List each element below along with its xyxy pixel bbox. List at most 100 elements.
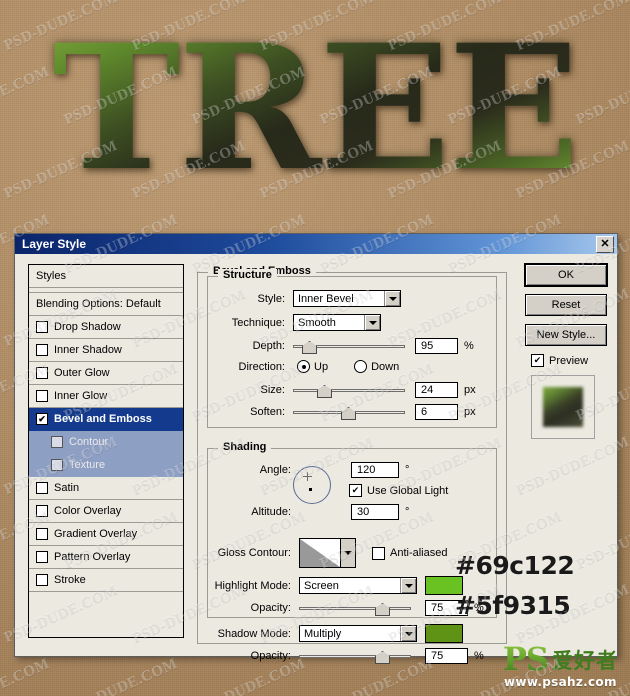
- structure-group-label: Structure: [218, 269, 277, 281]
- shadow-opacity-unit: %: [474, 650, 484, 662]
- checkbox-drop-shadow[interactable]: [36, 321, 48, 333]
- checkbox-use-global-light[interactable]: ✔: [349, 484, 362, 497]
- altitude-label: Altitude:: [251, 506, 291, 518]
- depth-slider[interactable]: [293, 339, 405, 354]
- reset-button[interactable]: Reset: [525, 294, 607, 316]
- technique-label: Technique:: [231, 316, 285, 329]
- ok-button[interactable]: OK: [525, 264, 607, 286]
- sidebar-label-bevel-and-emboss: Bevel and Emboss: [54, 413, 152, 425]
- style-select[interactable]: Inner Bevel: [293, 290, 401, 307]
- sidebar-item-drop-shadow[interactable]: Drop Shadow: [29, 316, 183, 339]
- shadow-opacity-track: [299, 655, 411, 658]
- size-slider-thumb[interactable]: [317, 385, 332, 398]
- preview-thumbnail: [531, 375, 595, 439]
- gloss-contour-picker[interactable]: [299, 538, 356, 568]
- sidebar-item-texture[interactable]: Texture: [29, 454, 183, 477]
- close-icon[interactable]: ✕: [596, 235, 614, 253]
- sidebar-item-inner-glow[interactable]: Inner Glow: [29, 385, 183, 408]
- sidebar-label-inner-shadow: Inner Shadow: [54, 344, 122, 356]
- soften-slider[interactable]: [293, 405, 405, 420]
- highlight-mode-select[interactable]: Screen: [299, 577, 417, 594]
- highlight-opacity-track: [299, 607, 411, 610]
- shadow-mode-select[interactable]: Multiply: [299, 625, 417, 642]
- sidebar-item-pattern-overlay[interactable]: Pattern Overlay: [29, 546, 183, 569]
- angle-dial-handle[interactable]: [303, 472, 312, 481]
- checkbox-texture[interactable]: [51, 459, 63, 471]
- checkbox-outer-glow[interactable]: [36, 367, 48, 379]
- site-logo-ps: PS: [502, 640, 549, 678]
- angle-dial[interactable]: [293, 466, 331, 504]
- shadow-mode-value: Multiply: [304, 627, 342, 640]
- shadow-opacity-label: Opacity:: [250, 650, 291, 662]
- soften-label: Soften:: [250, 406, 285, 418]
- shadow-opacity-thumb[interactable]: [375, 651, 390, 664]
- checkbox-bevel-and-emboss[interactable]: ✔: [36, 413, 48, 425]
- shadow-color-swatch[interactable]: [425, 624, 463, 643]
- headline-text: TREE: [52, 6, 579, 209]
- chevron-down-icon[interactable]: [364, 315, 380, 330]
- checkbox-stroke[interactable]: [36, 574, 48, 586]
- sidebar-label-color-overlay: Color Overlay: [54, 505, 122, 517]
- site-logo: PS 爱好者 www.psahz.com: [503, 643, 618, 688]
- radio-direction-up[interactable]: Up: [297, 360, 328, 373]
- sidebar-label-satin: Satin: [54, 482, 80, 494]
- depth-input[interactable]: 95: [415, 338, 458, 354]
- highlight-mode-label: Highlight Mode:: [214, 579, 291, 592]
- soften-input[interactable]: 6: [415, 404, 458, 420]
- shadow-opacity-input[interactable]: 75: [425, 648, 468, 664]
- sidebar-item-blending-options[interactable]: Blending Options: Default: [29, 293, 183, 316]
- depth-slider-thumb[interactable]: [302, 341, 317, 354]
- depth-unit: %: [464, 340, 474, 352]
- sidebar-item-stroke[interactable]: Stroke: [29, 569, 183, 592]
- sidebar-label-contour: Contour: [69, 436, 109, 448]
- soften-slider-thumb[interactable]: [341, 407, 356, 420]
- highlight-opacity-thumb[interactable]: [375, 603, 390, 616]
- gloss-contour-preview[interactable]: [299, 538, 341, 568]
- checkbox-pattern-overlay[interactable]: [36, 551, 48, 563]
- highlight-opacity-slider[interactable]: [299, 601, 411, 616]
- sidebar-item-satin[interactable]: Satin: [29, 477, 183, 500]
- sidebar-label-drop-shadow: Drop Shadow: [54, 321, 121, 333]
- preview-row[interactable]: ✔ Preview: [531, 354, 605, 367]
- sidebar-item-outer-glow[interactable]: Outer Glow: [29, 362, 183, 385]
- checkbox-anti-aliased[interactable]: [372, 546, 385, 560]
- sidebar-item-bevel-and-emboss[interactable]: ✔ Bevel and Emboss: [29, 408, 183, 431]
- style-select-value: Inner Bevel: [298, 292, 354, 305]
- site-logo-cn: 爱好者: [552, 649, 618, 673]
- use-global-light-row[interactable]: ✔ Use Global Light: [349, 484, 448, 497]
- sidebar-item-color-overlay[interactable]: Color Overlay: [29, 500, 183, 523]
- angle-label: Angle:: [259, 464, 291, 476]
- altitude-input[interactable]: 30: [351, 504, 399, 520]
- highlight-opacity-label: Opacity:: [250, 602, 291, 614]
- radio-direction-down[interactable]: Down: [354, 360, 399, 373]
- chevron-down-icon[interactable]: [384, 291, 400, 306]
- sidebar-item-inner-shadow[interactable]: Inner Shadow: [29, 339, 183, 362]
- direction-label: Direction:: [238, 360, 285, 373]
- radio-up-icon[interactable]: [297, 360, 310, 373]
- checkbox-gradient-overlay[interactable]: [36, 528, 48, 540]
- checkbox-inner-shadow[interactable]: [36, 344, 48, 356]
- shadow-opacity-slider[interactable]: [299, 649, 411, 664]
- dialog-title: Layer Style: [22, 237, 87, 251]
- checkbox-preview[interactable]: ✔: [531, 354, 544, 367]
- new-style-button[interactable]: New Style...: [525, 324, 607, 346]
- chevron-down-icon[interactable]: [400, 626, 416, 641]
- sidebar-item-gradient-overlay[interactable]: Gradient Overlay: [29, 523, 183, 546]
- soften-unit: px: [464, 406, 476, 418]
- size-slider[interactable]: [293, 383, 405, 398]
- technique-select[interactable]: Smooth: [293, 314, 381, 331]
- checkbox-satin[interactable]: [36, 482, 48, 494]
- checkbox-inner-glow[interactable]: [36, 390, 48, 402]
- sidebar-item-contour[interactable]: Contour: [29, 431, 183, 454]
- styles-list-header[interactable]: Styles: [29, 265, 183, 288]
- checkbox-color-overlay[interactable]: [36, 505, 48, 517]
- size-input[interactable]: 24: [415, 382, 458, 398]
- dialog-title-bar[interactable]: Layer Style ✕: [15, 234, 617, 254]
- use-global-light-label: Use Global Light: [367, 484, 449, 497]
- angle-input[interactable]: 120: [351, 462, 399, 478]
- chevron-down-icon[interactable]: [341, 538, 356, 568]
- checkbox-contour[interactable]: [51, 436, 63, 448]
- chevron-down-icon[interactable]: [400, 578, 416, 593]
- anti-aliased-row[interactable]: Anti-aliased: [372, 546, 447, 560]
- radio-down-icon[interactable]: [354, 360, 368, 373]
